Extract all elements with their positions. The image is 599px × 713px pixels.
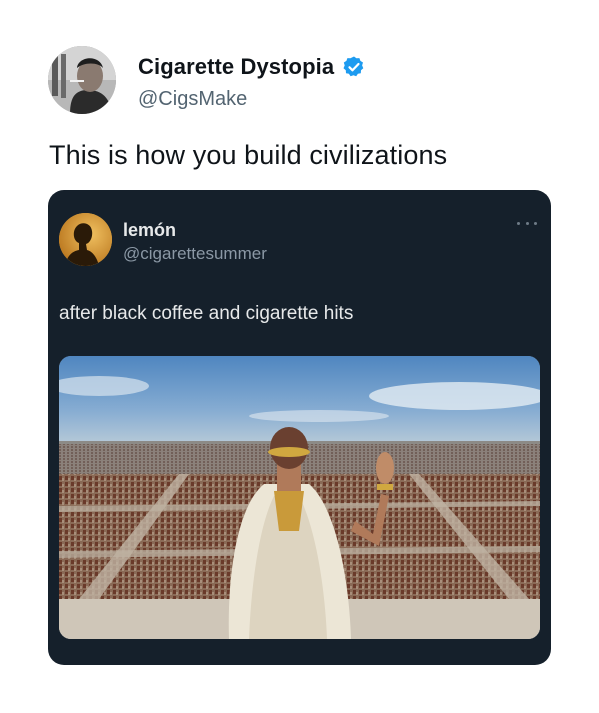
profile-photo-silhouette-icon — [59, 213, 112, 266]
quoted-author-name[interactable]: lemón — [123, 220, 176, 241]
quoted-tweet-card[interactable]: lemón @cigarettesummer after black coffe… — [48, 190, 551, 665]
author-handle[interactable]: @CigsMake — [138, 88, 247, 111]
quoted-author-handle[interactable]: @cigarettesummer — [123, 244, 267, 264]
roman-emperor-army-image-icon — [59, 356, 540, 639]
author-name-row[interactable]: Cigarette Dystopia — [138, 54, 366, 80]
quoted-tweet-text: after black coffee and cigarette hits — [59, 303, 354, 324]
tweet-text: This is how you build civilizations — [49, 140, 448, 170]
quoted-avatar[interactable] — [59, 213, 112, 266]
tweet: Cigarette Dystopia @CigsMake This is how… — [0, 0, 599, 713]
avatar[interactable] — [48, 46, 116, 114]
more-horizontal-icon[interactable] — [517, 218, 537, 228]
profile-photo-icon — [48, 46, 116, 114]
verified-badge-icon — [342, 55, 366, 79]
author-display-name[interactable]: Cigarette Dystopia — [138, 54, 334, 80]
quoted-media-image[interactable] — [59, 356, 540, 639]
